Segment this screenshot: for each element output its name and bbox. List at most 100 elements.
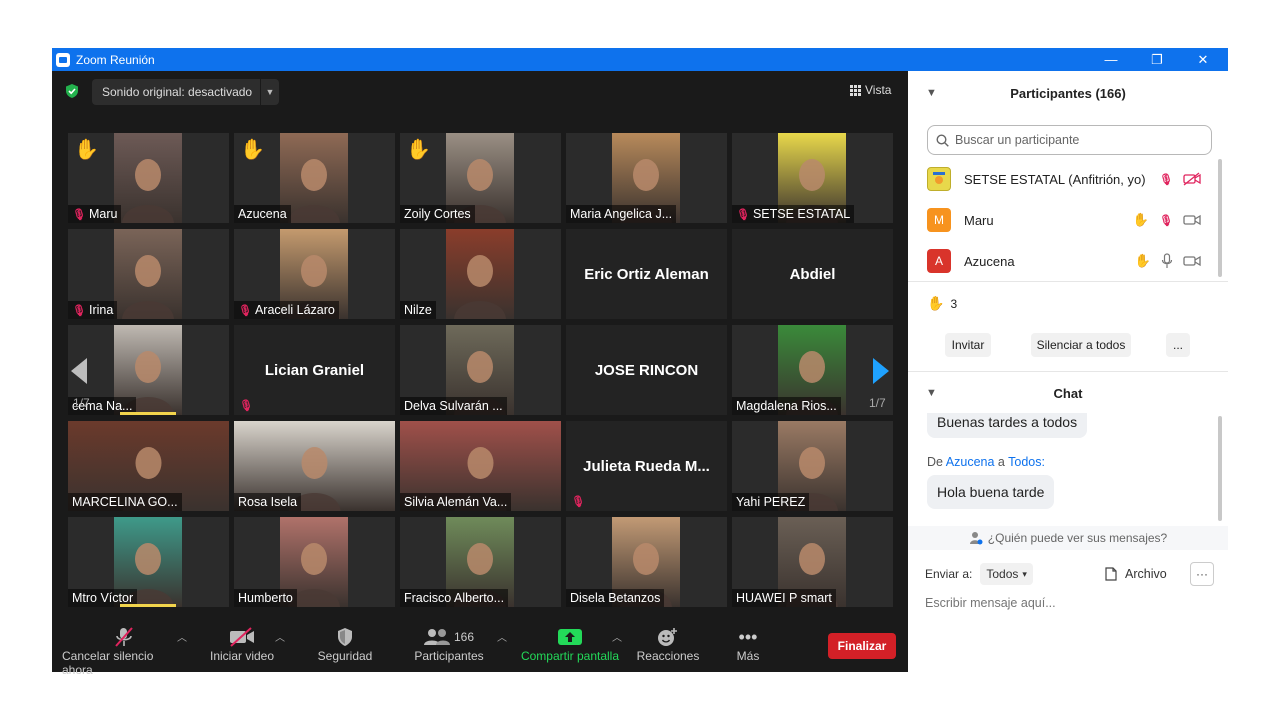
- video-off-icon: [229, 625, 255, 649]
- participant-name: Yahi PEREZ: [736, 495, 806, 509]
- video-tile[interactable]: Eric Ortiz Aleman: [566, 229, 727, 319]
- participant-name-label: HUAWEI P smart: [732, 589, 836, 607]
- video-tile[interactable]: Abdiel: [732, 229, 893, 319]
- zoom-app-icon: [56, 52, 70, 67]
- chat-more-button[interactable]: ···: [1190, 562, 1214, 586]
- restore-button[interactable]: ❐: [1134, 48, 1180, 71]
- participants-button[interactable]: 166 Participantes: [409, 625, 489, 663]
- share-screen-button[interactable]: Compartir pantalla: [518, 625, 622, 663]
- participants-icon: 166: [423, 625, 474, 649]
- shield-check-icon[interactable]: [64, 83, 80, 99]
- video-tile[interactable]: cema Na...: [68, 325, 229, 415]
- end-meeting-button[interactable]: Finalizar: [828, 633, 896, 659]
- video-tile[interactable]: Nilze: [400, 229, 561, 319]
- video-tile[interactable]: Yahi PEREZ: [732, 421, 893, 511]
- video-tile[interactable]: HUAWEI P smart: [732, 517, 893, 607]
- collapse-chevron-icon[interactable]: ▼: [926, 87, 937, 99]
- participant-row[interactable]: A Azucena ✋: [927, 248, 1207, 274]
- view-button[interactable]: Vista: [850, 83, 891, 97]
- video-tile[interactable]: Fracisco Alberto...: [400, 517, 561, 607]
- video-options-caret-icon[interactable]: ︿: [275, 629, 285, 644]
- to-prefix: a: [997, 455, 1005, 469]
- video-tile[interactable]: Delva Sulvarán ...: [400, 325, 561, 415]
- chevron-down-icon: ▾: [1022, 568, 1027, 579]
- participant-name-label: Yahi PEREZ: [732, 493, 810, 511]
- participant-video: [446, 229, 514, 319]
- original-sound-button[interactable]: Sonido original: desactivado ▼: [92, 79, 279, 105]
- sender-name[interactable]: Azucena: [946, 455, 995, 469]
- who-can-see-link[interactable]: ¿Quién puede ver sus mensajes?: [908, 526, 1228, 550]
- previous-page-arrow-icon[interactable]: [70, 357, 88, 385]
- mic-muted-icon: 🎙︎: [72, 208, 86, 221]
- page-indicator-right: 1/7: [869, 396, 886, 410]
- recipient-name[interactable]: Todos:: [1008, 455, 1045, 469]
- file-button[interactable]: Archivo: [1105, 567, 1167, 581]
- audio-options-caret-icon[interactable]: ︿: [177, 629, 187, 644]
- participant-name: Disela Betanzos: [570, 591, 661, 605]
- start-video-label: Iniciar video: [209, 649, 275, 663]
- chat-scrollbar[interactable]: [1218, 416, 1222, 521]
- chevron-down-icon[interactable]: ▼: [260, 79, 279, 105]
- invite-button[interactable]: Invitar: [945, 333, 991, 357]
- more-button[interactable]: ••• Más: [728, 625, 768, 664]
- share-options-caret-icon[interactable]: ︿: [612, 629, 622, 644]
- security-shield-icon: [336, 625, 354, 649]
- reactions-button[interactable]: Reacciones: [632, 625, 704, 663]
- chat-sender-line: De Azucena a Todos:: [927, 455, 1045, 469]
- mic-muted-icon: 🎙︎: [1159, 214, 1173, 227]
- participant-name: Delva Sulvarán ...: [404, 399, 503, 413]
- mute-all-button[interactable]: Silenciar a todos: [1031, 333, 1131, 357]
- video-tile[interactable]: ✋ Zoily Cortes: [400, 133, 561, 223]
- participant-name-label: 🎙︎ Maru: [68, 205, 122, 223]
- page-indicator-left: 1/7: [73, 396, 90, 410]
- chat-message: Hola buena tarde: [927, 475, 1055, 509]
- raised-hand-icon: ✋: [1132, 212, 1150, 227]
- raised-hand-icon: ✋: [1134, 253, 1151, 268]
- participants-label: Participantes: [414, 649, 484, 663]
- video-tile[interactable]: JOSE RINCON: [566, 325, 727, 415]
- participant-search-box[interactable]: Buscar un participante: [927, 125, 1212, 155]
- security-button[interactable]: Seguridad: [310, 625, 380, 663]
- start-video-button[interactable]: Iniciar video: [202, 625, 282, 663]
- video-tile[interactable]: Julieta Rueda M... 🎙︎: [566, 421, 727, 511]
- collapse-chevron-icon[interactable]: ▼: [926, 387, 937, 399]
- recipient-dropdown[interactable]: Todos ▾: [980, 563, 1033, 585]
- video-tile[interactable]: 🎙︎ Araceli Lázaro: [234, 229, 395, 319]
- participant-row[interactable]: SETSE ESTATAL (Anfitrión, yo) 🎙︎: [927, 166, 1207, 192]
- security-label: Seguridad: [317, 649, 373, 663]
- participant-name-display: Julieta Rueda M...: [583, 457, 710, 475]
- participant-name: Azucena: [964, 253, 1015, 269]
- video-tile[interactable]: Maria Angelica J...: [566, 133, 727, 223]
- raised-hands-count: 3: [950, 296, 958, 311]
- video-tile[interactable]: ✋ 🎙︎ Maru: [68, 133, 229, 223]
- minimize-button[interactable]: —: [1088, 48, 1134, 71]
- unmute-button[interactable]: Cancelar silencio ahora: [62, 625, 186, 677]
- next-page-arrow-icon[interactable]: [872, 357, 890, 385]
- participants-caret-icon[interactable]: ︿: [497, 629, 507, 644]
- participant-row[interactable]: M Maru ✋ 🎙︎: [927, 207, 1207, 233]
- chat-messages: Buenas tardes a todos De Azucena a Todos…: [908, 413, 1228, 523]
- video-tile[interactable]: Silvia Alemán Va...: [400, 421, 561, 511]
- chat-message-input[interactable]: [925, 593, 1215, 613]
- participant-name-label: Fracisco Alberto...: [400, 589, 509, 607]
- video-tile[interactable]: Rosa Isela: [234, 421, 395, 511]
- video-tile[interactable]: Disela Betanzos: [566, 517, 727, 607]
- video-tile[interactable]: MARCELINA GO...: [68, 421, 229, 511]
- recipient-value: Todos: [986, 567, 1019, 581]
- participant-name-label: 🎙︎ SETSE ESTATAL: [732, 205, 855, 223]
- video-tile[interactable]: 🎙︎ Irina: [68, 229, 229, 319]
- video-tile[interactable]: Lician Graniel 🎙︎: [234, 325, 395, 415]
- participant-video: [114, 133, 182, 223]
- participants-scrollbar[interactable]: [1218, 159, 1222, 277]
- mic-muted-icon: 🎙︎: [239, 400, 253, 412]
- raised-hands-summary: ✋ 3: [927, 295, 957, 312]
- video-tile[interactable]: ✋ Azucena: [234, 133, 395, 223]
- participant-name-label: Zoily Cortes: [400, 205, 475, 223]
- video-tile[interactable]: Humberto: [234, 517, 395, 607]
- video-tile[interactable]: Mtro Víctor: [68, 517, 229, 607]
- mic-muted-icon: 🎙︎: [72, 304, 86, 317]
- participants-more-button[interactable]: ...: [1166, 333, 1190, 357]
- video-tile[interactable]: 🎙︎ SETSE ESTATAL: [732, 133, 893, 223]
- close-button[interactable]: ✕: [1180, 48, 1226, 71]
- divider: [908, 281, 1228, 282]
